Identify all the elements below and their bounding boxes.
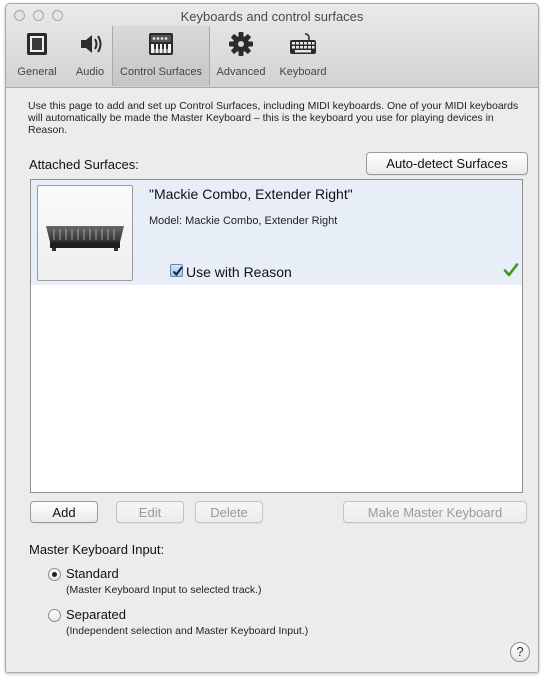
toolbar-tab-label: Audio xyxy=(75,66,105,78)
radio-separated-description: (Independent selection and Master Keyboa… xyxy=(66,625,309,637)
attached-surfaces-label: Attached Surfaces: xyxy=(29,157,139,172)
add-button[interactable]: Add xyxy=(30,501,98,523)
keyboard-controller-icon xyxy=(149,33,173,55)
toolbar-tab-label: Advanced xyxy=(216,66,266,78)
toolbar-tab-general[interactable]: General xyxy=(8,26,66,86)
radio-separated-label: Separated xyxy=(66,607,126,622)
page-description: Use this page to add and set up Control … xyxy=(28,100,519,136)
general-icon xyxy=(27,33,47,55)
edit-button[interactable]: Edit xyxy=(116,501,184,523)
delete-button[interactable]: Delete xyxy=(195,501,263,523)
preferences-window: Keyboards and control surfaces General A… xyxy=(5,3,539,673)
toolbar-tab-advanced[interactable]: Advanced xyxy=(210,26,272,86)
radio-separated[interactable] xyxy=(48,609,61,622)
use-with-reason-label: Use with Reason xyxy=(186,264,292,280)
help-button[interactable]: ? xyxy=(510,642,530,662)
toolbar-tab-keyboard[interactable]: Keyboard xyxy=(274,26,332,86)
attached-surfaces-list[interactable]: "Mackie Combo, Extender Right" Model: Ma… xyxy=(30,179,523,493)
speaker-icon xyxy=(81,35,102,53)
window-title: Keyboards and control surfaces xyxy=(180,9,364,24)
radio-standard-description: (Master Keyboard Input to selected track… xyxy=(66,584,262,596)
surface-name: "Mackie Combo, Extender Right" xyxy=(149,186,353,202)
master-keyboard-input-label: Master Keyboard Input: xyxy=(29,542,165,557)
toolbar-tab-audio[interactable]: Audio xyxy=(68,26,112,86)
surface-thumbnail xyxy=(37,185,133,281)
toolbar-tab-label: Control Surfaces xyxy=(120,66,202,78)
toolbar-tab-label: Keyboard xyxy=(279,66,327,78)
checkmark-icon xyxy=(172,266,183,277)
toolbar-tab-control-surfaces[interactable]: Control Surfaces xyxy=(112,26,210,86)
surface-model: Model: Mackie Combo, Extender Right xyxy=(149,215,338,227)
title-bar: Keyboards and control surfaces General A… xyxy=(6,4,538,88)
keyboard-icon xyxy=(290,33,316,54)
list-item[interactable]: "Mackie Combo, Extender Right" Model: Ma… xyxy=(31,180,522,285)
radio-standard-label: Standard xyxy=(66,566,119,581)
make-master-keyboard-button[interactable]: Make Master Keyboard xyxy=(343,501,527,523)
toolbar-tab-label: General xyxy=(17,66,57,78)
auto-detect-surfaces-button[interactable]: Auto-detect Surfaces xyxy=(366,152,528,175)
mixing-console-icon xyxy=(46,226,124,251)
gear-icon xyxy=(229,32,253,56)
use-with-reason-checkbox[interactable] xyxy=(170,264,183,277)
checkmark-icon xyxy=(503,263,519,277)
radio-standard[interactable] xyxy=(48,568,61,581)
